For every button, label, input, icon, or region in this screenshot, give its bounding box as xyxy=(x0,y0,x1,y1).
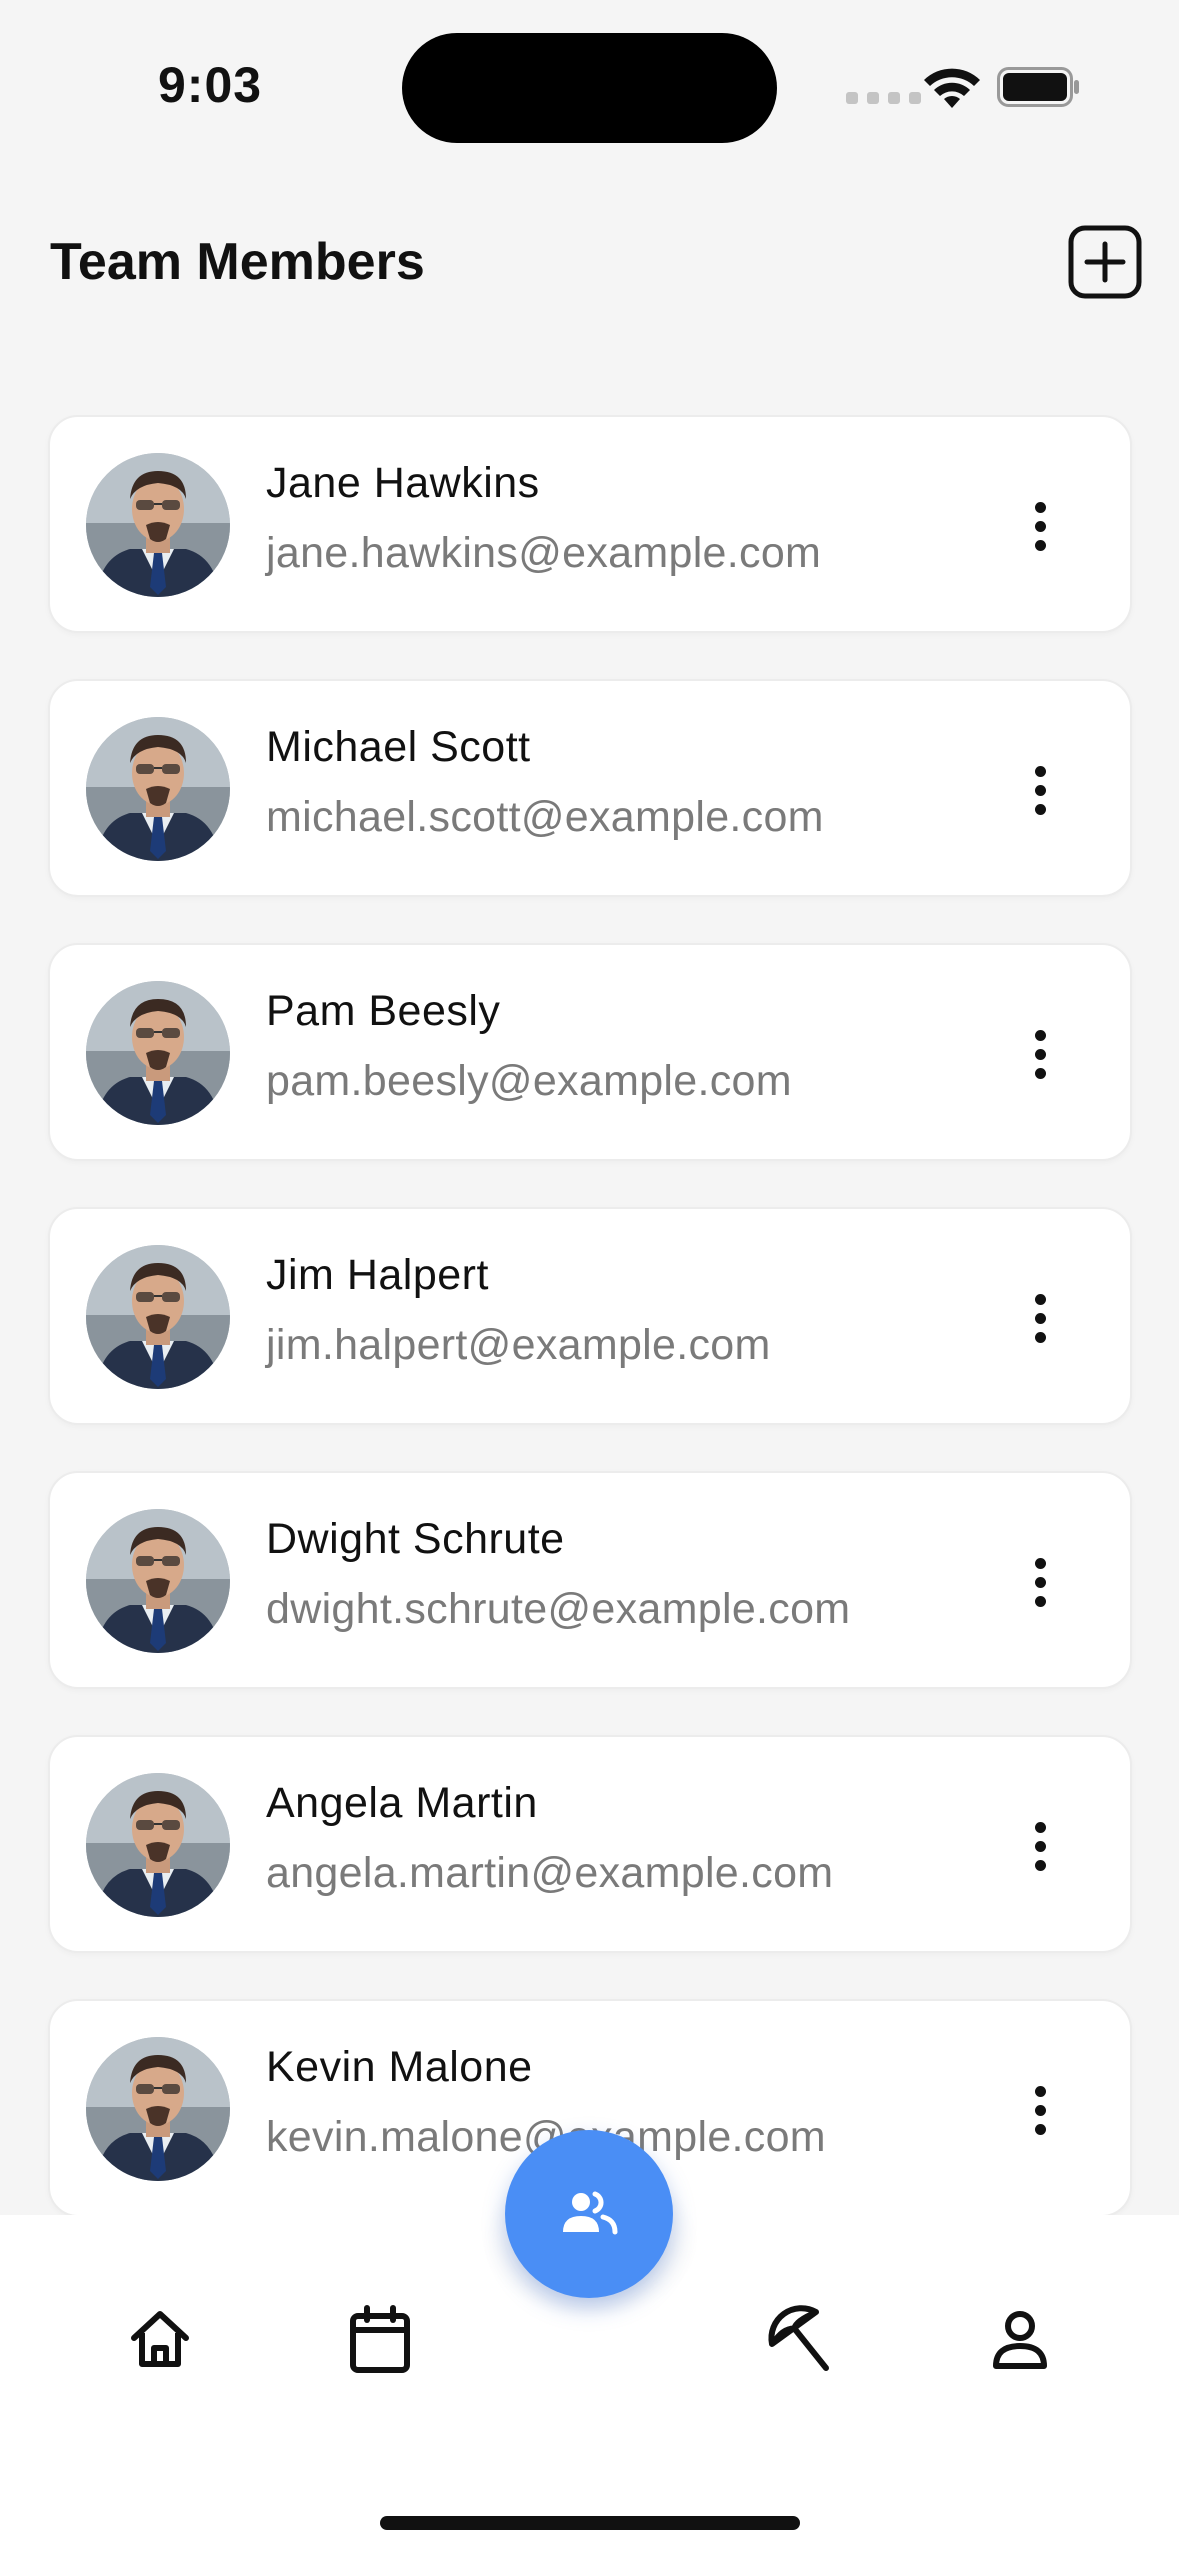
member-card[interactable]: Michael Scott michael.scott@example.com xyxy=(48,679,1132,897)
more-options-icon[interactable] xyxy=(1010,1019,1070,1089)
wifi-icon xyxy=(924,68,980,108)
page-title: Team Members xyxy=(50,233,425,291)
home-icon[interactable] xyxy=(120,2300,200,2380)
member-name: Jim Halpert xyxy=(266,1251,489,1299)
team-fab-button[interactable] xyxy=(505,2130,673,2298)
member-name: Kevin Malone xyxy=(266,2043,533,2091)
avatar xyxy=(86,453,230,597)
more-options-icon[interactable] xyxy=(1010,491,1070,561)
team-icon xyxy=(563,2191,618,2235)
status-bar: 9:03 xyxy=(0,0,1179,170)
member-email: jane.hawkins@example.com xyxy=(266,529,822,577)
add-member-button[interactable] xyxy=(1068,225,1142,299)
member-card[interactable]: Angela Martin angela.martin@example.com xyxy=(48,1735,1132,1953)
avatar xyxy=(86,1245,230,1389)
avatar xyxy=(86,1773,230,1917)
team-members-screen: 9:03 Team Members Jane Hawkins jane.hawk… xyxy=(0,0,1179,2556)
cellular-signal-icon xyxy=(846,92,921,104)
member-card[interactable]: Dwight Schrute dwight.schrute@example.co… xyxy=(48,1471,1132,1689)
avatar xyxy=(86,2037,230,2181)
member-name: Pam Beesly xyxy=(266,987,501,1035)
member-email: angela.martin@example.com xyxy=(266,1849,834,1897)
avatar xyxy=(86,717,230,861)
member-card[interactable]: Pam Beesly pam.beesly@example.com xyxy=(48,943,1132,1161)
member-card[interactable]: Jane Hawkins jane.hawkins@example.com xyxy=(48,415,1132,633)
calendar-icon[interactable] xyxy=(340,2300,420,2380)
member-name: Michael Scott xyxy=(266,723,531,771)
profile-icon[interactable] xyxy=(980,2300,1060,2380)
more-options-icon[interactable] xyxy=(1010,755,1070,825)
more-options-icon[interactable] xyxy=(1010,1547,1070,1617)
beach-umbrella-icon[interactable] xyxy=(760,2300,840,2380)
member-list[interactable]: Jane Hawkins jane.hawkins@example.com Mi… xyxy=(0,415,1179,2215)
member-name: Dwight Schrute xyxy=(266,1515,565,1563)
member-email: jim.halpert@example.com xyxy=(266,1321,771,1369)
more-options-icon[interactable] xyxy=(1010,1283,1070,1353)
status-time: 9:03 xyxy=(158,57,263,113)
battery-icon xyxy=(997,67,1079,107)
avatar xyxy=(86,1509,230,1653)
member-email: michael.scott@example.com xyxy=(266,793,824,841)
member-card[interactable]: Jim Halpert jim.halpert@example.com xyxy=(48,1207,1132,1425)
member-email: pam.beesly@example.com xyxy=(266,1057,792,1105)
home-indicator xyxy=(380,2516,800,2530)
member-name: Jane Hawkins xyxy=(266,459,540,507)
header: Team Members xyxy=(0,200,1179,330)
more-options-icon[interactable] xyxy=(1010,2075,1070,2145)
member-name: Angela Martin xyxy=(266,1779,538,1827)
member-email: dwight.schrute@example.com xyxy=(266,1585,851,1633)
dynamic-island xyxy=(402,33,777,143)
avatar xyxy=(86,981,230,1125)
more-options-icon[interactable] xyxy=(1010,1811,1070,1881)
